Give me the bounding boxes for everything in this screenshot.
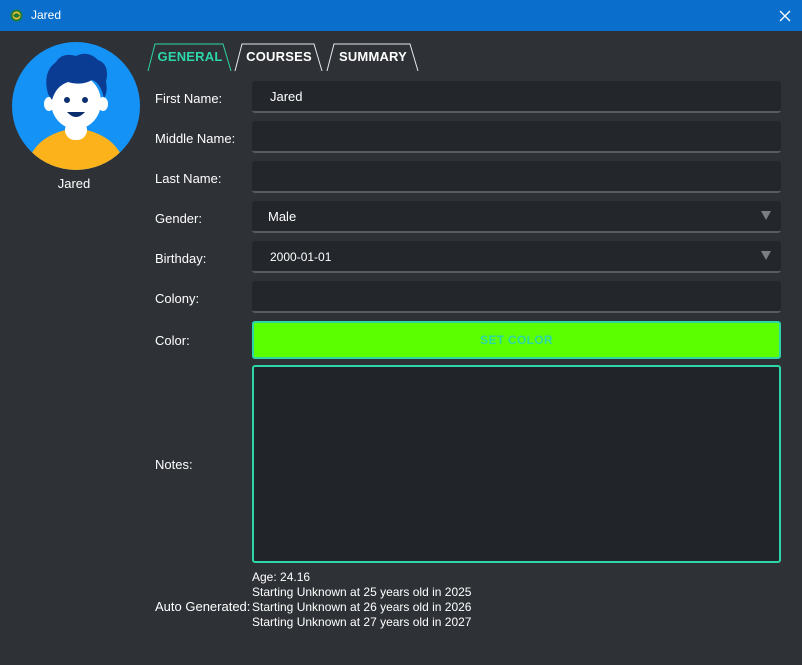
set-color-button[interactable]: SET COLOR xyxy=(252,321,781,359)
first-name-label: First Name: xyxy=(155,91,223,106)
auto-generated-line: Age: 24.16 xyxy=(252,570,311,584)
tab-courses[interactable]: COURSES xyxy=(234,43,324,71)
chevron-down-icon xyxy=(761,211,771,220)
tab-summary-label: SUMMARY xyxy=(338,49,408,64)
chevron-down-icon xyxy=(761,251,771,260)
gender-select[interactable]: Male xyxy=(252,201,781,233)
notes-label: Notes: xyxy=(155,457,193,472)
birthday-value: 2000-01-01 xyxy=(270,250,332,264)
color-label: Color: xyxy=(155,333,190,348)
middle-name-input[interactable] xyxy=(252,121,781,153)
tab-summary[interactable]: SUMMARY xyxy=(326,43,420,71)
first-name-input[interactable]: Jared xyxy=(252,81,781,113)
birthday-label: Birthday: xyxy=(155,251,207,266)
tab-courses-label: COURSES xyxy=(246,49,312,64)
close-icon[interactable] xyxy=(774,5,796,27)
app-globe-icon xyxy=(10,9,23,22)
auto-generated-label: Auto Generated: xyxy=(155,599,251,614)
avatar-icon xyxy=(12,42,140,170)
notes-textarea[interactable] xyxy=(252,365,781,563)
gender-value: Male xyxy=(268,209,297,224)
auto-generated-line: Starting Unknown at 25 years old in 2025 xyxy=(252,585,472,599)
last-name-label: Last Name: xyxy=(155,171,222,186)
window-title: Jared xyxy=(31,8,62,22)
auto-generated-line: Starting Unknown at 27 years old in 2027 xyxy=(252,615,472,629)
tab-general[interactable]: GENERAL xyxy=(147,43,233,71)
last-name-input[interactable] xyxy=(252,161,781,193)
auto-generated-text: Age: 24.16 Starting Unknown at 25 years … xyxy=(252,570,471,630)
first-name-value: Jared xyxy=(270,89,303,104)
colony-label: Colony: xyxy=(155,291,200,306)
colony-input[interactable] xyxy=(252,281,781,313)
tab-general-label: GENERAL xyxy=(157,49,223,64)
profile-name: Jared xyxy=(57,176,91,191)
title-bar: Jared xyxy=(0,0,802,31)
auto-generated-line: Starting Unknown at 26 years old in 2026 xyxy=(252,600,472,614)
middle-name-label: Middle Name: xyxy=(155,131,236,146)
gender-label: Gender: xyxy=(155,211,202,226)
birthday-picker[interactable]: 2000-01-01 xyxy=(252,241,781,273)
set-color-label: SET COLOR xyxy=(480,333,553,347)
